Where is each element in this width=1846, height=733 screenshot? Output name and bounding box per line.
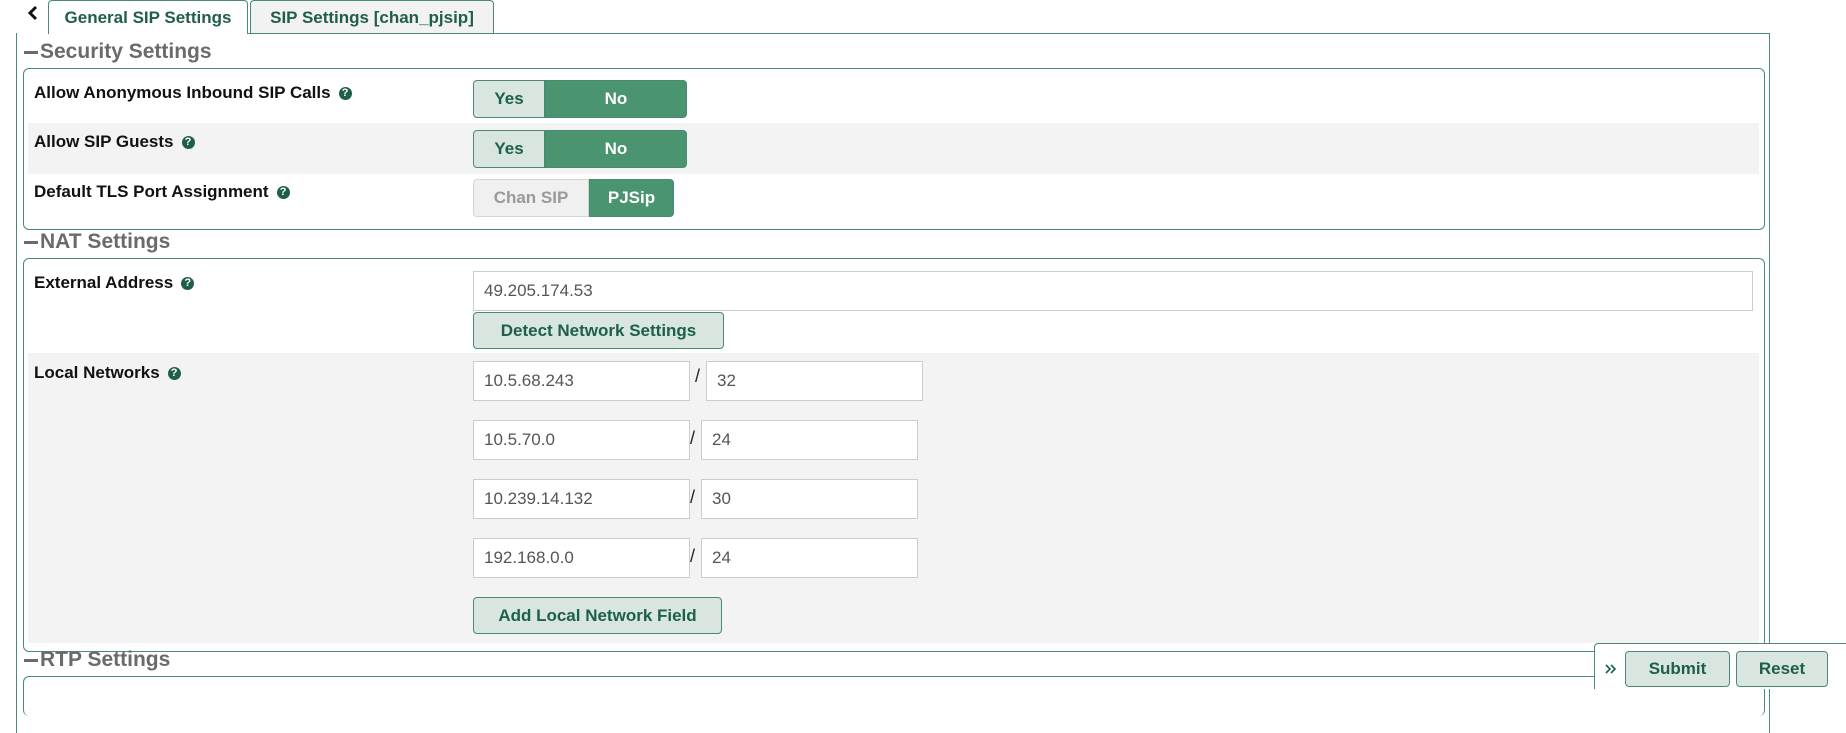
help-icon[interactable]: ? [181, 135, 195, 149]
cidr-separator: / [690, 428, 696, 448]
detect-network-settings-button[interactable]: Detect Network Settings [473, 312, 724, 349]
label-text: External Address [34, 273, 174, 292]
help-icon[interactable]: ? [338, 86, 352, 100]
label-text: Local Networks [34, 363, 160, 382]
local-networks-label: Local Networks ? [34, 360, 181, 386]
cidr-separator: / [690, 546, 696, 566]
tls-port-label: Default TLS Port Assignment ? [34, 179, 290, 205]
section-title: NAT Settings [40, 230, 171, 253]
local-network-ip-input[interactable]: 192.168.0.0 [473, 538, 690, 578]
tab-divider [248, 33, 1770, 34]
sip-guests-toggle: Yes No [473, 130, 687, 168]
label-text: Allow Anonymous Inbound SIP Calls [34, 83, 331, 102]
external-address-input[interactable]: 49.205.174.53 [473, 271, 1753, 311]
anonymous-calls-yes-button[interactable]: Yes [473, 80, 545, 118]
local-network-ip-input[interactable]: 10.239.14.132 [473, 479, 690, 519]
help-icon[interactable]: ? [167, 366, 181, 380]
rtp-settings-group [23, 676, 1765, 716]
row-stripe [28, 123, 1759, 174]
local-network-ip-input[interactable]: 10.5.70.0 [473, 420, 690, 460]
sip-guests-label: Allow SIP Guests ? [34, 129, 195, 155]
section-title: Security Settings [40, 40, 212, 63]
sip-guests-no-button[interactable]: No [545, 130, 687, 168]
back-button[interactable] [20, 0, 46, 26]
local-network-mask-input[interactable]: 32 [706, 361, 923, 401]
sip-guests-yes-button[interactable]: Yes [473, 130, 545, 168]
help-icon[interactable]: ? [276, 185, 290, 199]
cidr-separator: / [695, 366, 701, 386]
anonymous-calls-label: Allow Anonymous Inbound SIP Calls ? [34, 80, 352, 106]
minus-icon [24, 50, 38, 54]
minus-icon [24, 240, 38, 244]
tls-chan-sip-button[interactable]: Chan SIP [473, 179, 589, 217]
cidr-separator: / [690, 487, 696, 507]
tls-pjsip-button[interactable]: PJSip [589, 179, 674, 217]
security-section-header[interactable]: Security Settings [24, 38, 212, 66]
anonymous-calls-no-button[interactable]: No [545, 80, 687, 118]
local-network-ip-input[interactable]: 10.5.68.243 [473, 361, 690, 401]
footer-expand-button[interactable] [1602, 658, 1620, 680]
local-network-mask-input[interactable]: 30 [701, 479, 918, 519]
rtp-section-header[interactable]: RTP Settings [24, 646, 170, 674]
double-chevron-right-icon [1605, 664, 1617, 674]
external-address-label: External Address ? [34, 270, 195, 296]
reset-button[interactable]: Reset [1736, 651, 1828, 687]
label-text: Default TLS Port Assignment [34, 182, 269, 201]
local-network-mask-input[interactable]: 24 [701, 420, 918, 460]
submit-button[interactable]: Submit [1625, 651, 1730, 687]
anonymous-calls-toggle: Yes No [473, 80, 687, 118]
local-network-mask-input[interactable]: 24 [701, 538, 918, 578]
tab-sip-settings-chan-pjsip[interactable]: SIP Settings [chan_pjsip] [250, 0, 494, 34]
label-text: Allow SIP Guests [34, 132, 174, 151]
chevron-left-icon [27, 5, 38, 21]
add-local-network-field-button[interactable]: Add Local Network Field [473, 597, 722, 634]
tls-port-toggle: Chan SIP PJSip [473, 179, 674, 217]
tab-general-sip-settings[interactable]: General SIP Settings [48, 0, 248, 34]
section-title: RTP Settings [40, 648, 171, 671]
nat-section-header[interactable]: NAT Settings [24, 228, 170, 256]
minus-icon [24, 658, 38, 662]
help-icon[interactable]: ? [181, 276, 195, 290]
